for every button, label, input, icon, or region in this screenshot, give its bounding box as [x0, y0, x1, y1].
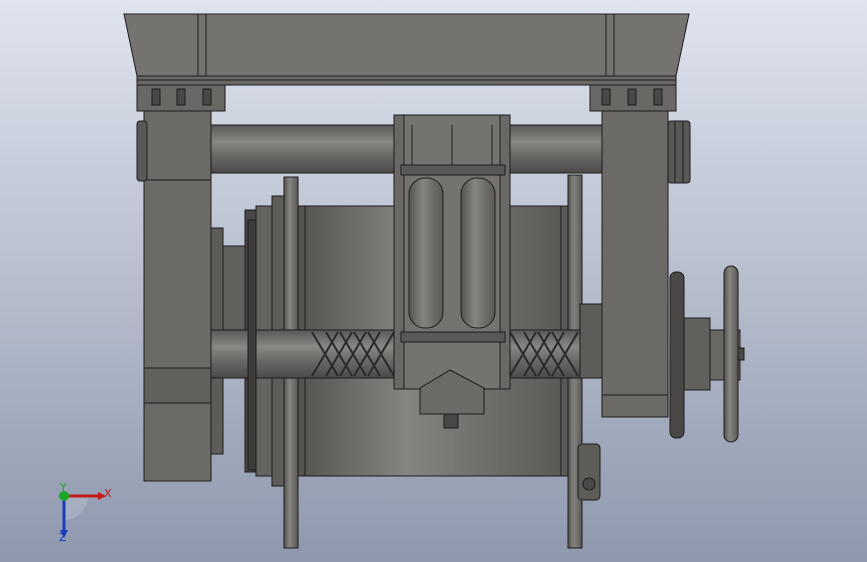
gear-housing [577, 443, 601, 501]
cad-graphics-viewport[interactable]: X Y Z [0, 0, 867, 562]
axis-y-label: Y [60, 481, 67, 494]
left-sprocket [247, 219, 257, 471]
axis-x-label: X [104, 487, 112, 500]
winch-assembly-model[interactable] [0, 0, 867, 562]
orientation-triad: X Y Z [48, 480, 118, 550]
axis-z-label: Z [59, 531, 67, 544]
top-frame [123, 13, 690, 86]
hand-wheel[interactable] [723, 265, 739, 443]
rope-guide-carriage [393, 114, 511, 429]
